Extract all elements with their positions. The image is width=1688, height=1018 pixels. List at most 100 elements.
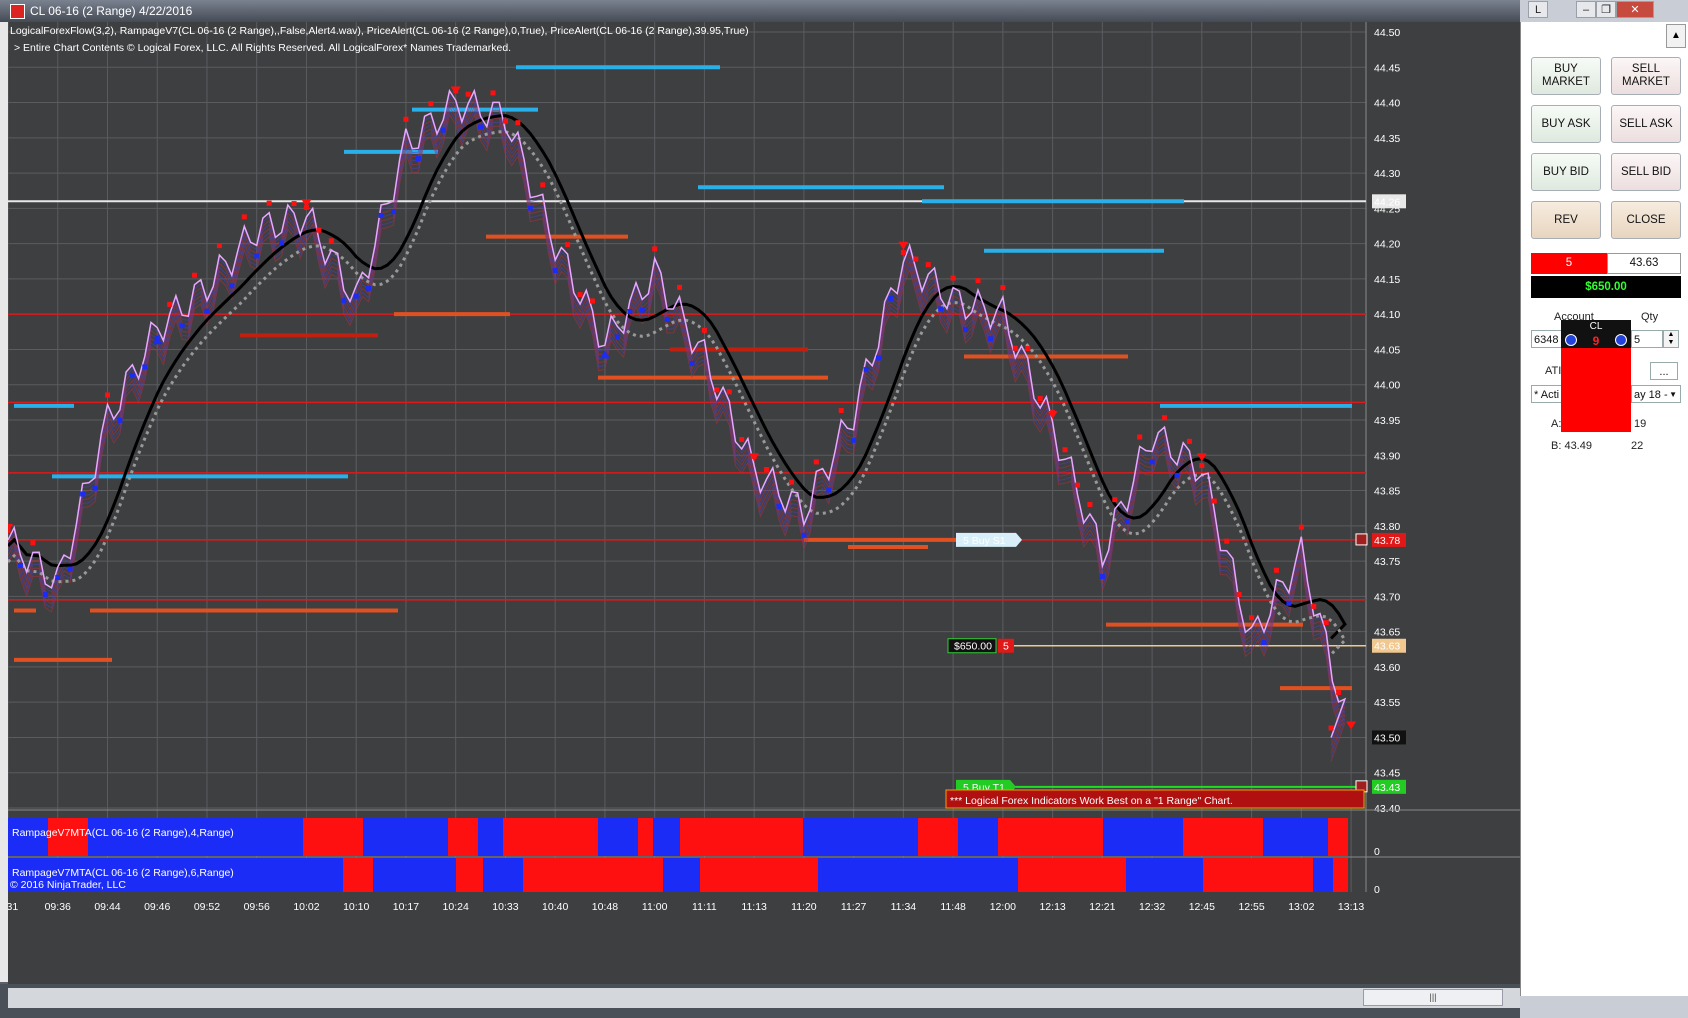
up-signal-dot xyxy=(938,306,944,312)
link-button[interactable]: L xyxy=(1528,1,1548,18)
time-tick-label: 10:17 xyxy=(393,901,419,913)
close-position-button[interactable]: CLOSE xyxy=(1611,201,1681,239)
horizontal-scrollbar[interactable] xyxy=(8,988,1520,1008)
down-signal-dot xyxy=(900,250,906,256)
up-signal-dot xyxy=(17,563,23,569)
buy-bid-button[interactable]: BUY BID xyxy=(1531,153,1601,191)
maximize-button[interactable]: ❐ xyxy=(1596,1,1616,18)
stop-level-marker: 43.78 xyxy=(1374,535,1400,547)
buy-ask-button[interactable]: BUY ASK xyxy=(1531,105,1601,143)
price-chart[interactable]: 44.5044.4544.4044.3544.3044.2544.2044.15… xyxy=(8,22,1520,984)
down-signal-dot xyxy=(925,262,931,268)
reverse-button[interactable]: REV xyxy=(1531,201,1601,239)
up-signal-dot xyxy=(229,283,235,289)
panel2-segment xyxy=(523,858,663,892)
time-tick-label: 11:48 xyxy=(940,901,966,913)
price-tick-label: 44.50 xyxy=(1374,27,1400,39)
panel2-segment xyxy=(700,858,818,892)
atm-more-button[interactable]: ... xyxy=(1650,362,1678,380)
settings-icon[interactable] xyxy=(1615,334,1627,346)
up-signal-dot xyxy=(478,124,484,130)
indicator-legend: LogicalForexFlow(3,2), RampageV7(CL 06-1… xyxy=(10,25,749,37)
minimize-button[interactable]: – xyxy=(1576,1,1596,18)
panel1-segment xyxy=(363,818,448,856)
down-signal-dot xyxy=(838,408,844,414)
app-icon xyxy=(10,4,25,19)
down-signal-dot xyxy=(1211,498,1217,504)
current-price-marker: 43.50 xyxy=(1374,732,1400,744)
up-signal-dot xyxy=(42,592,48,598)
down-signal-dot xyxy=(1311,603,1317,609)
panel2-zero-label: 0 xyxy=(1374,884,1380,896)
up-signal-dot xyxy=(527,205,533,211)
qty-stepper[interactable]: 5 xyxy=(1631,330,1663,348)
panel1-zero-label: 0 xyxy=(1374,846,1380,858)
scrollbar-thumb[interactable]: ||| xyxy=(1363,989,1503,1006)
price-tick-label: 44.40 xyxy=(1374,98,1400,110)
down-signal-dot xyxy=(1112,497,1118,503)
price-tick-label: 43.75 xyxy=(1374,556,1400,568)
up-signal-dot xyxy=(1099,574,1105,580)
down-signal-dot xyxy=(1012,345,1018,351)
atm-strategy-select[interactable]: ay 18 - ▼ xyxy=(1631,385,1681,403)
up-signal-dot xyxy=(142,364,148,370)
window-title: CL 06-16 (2 Range) 4/22/2016 xyxy=(30,4,193,18)
instrument-popup[interactable]: CL 9 xyxy=(1561,320,1631,432)
price-tick-label: 43.85 xyxy=(1374,486,1400,498)
down-signal-dot xyxy=(652,246,658,252)
time-tick-label: 10:40 xyxy=(542,901,568,913)
up-signal-dot xyxy=(117,417,123,423)
down-signal-dot xyxy=(241,214,247,220)
panel2-segment xyxy=(373,858,456,892)
position-avg-price: 43.63 xyxy=(1607,253,1681,274)
panel1-segment xyxy=(1263,818,1328,856)
atm-strategy-text: ay 18 - xyxy=(1634,389,1668,401)
close-window-button[interactable]: ✕ xyxy=(1616,1,1654,18)
time-tick-label: 11:13 xyxy=(741,901,767,913)
panel2-segment xyxy=(1018,858,1126,892)
time-tick-label: 11:20 xyxy=(791,901,817,913)
down-signal-dot xyxy=(726,389,732,395)
down-signal-dot xyxy=(1273,567,1279,573)
up-signal-dot xyxy=(353,293,359,299)
panel2-segment xyxy=(663,858,700,892)
up-signal-dot xyxy=(80,491,86,497)
down-signal-dot xyxy=(1137,434,1143,440)
panel1-segment xyxy=(1103,818,1183,856)
white-level-marker: 44.26 xyxy=(1374,196,1400,208)
time-tick-label: 12:21 xyxy=(1089,901,1115,913)
down-signal-dot xyxy=(428,101,434,107)
time-tick-label: 11:00 xyxy=(642,901,668,913)
time-tick-label: 10:10 xyxy=(343,901,369,913)
qty-spinner-icon[interactable]: ▲ ▼ xyxy=(1663,330,1679,348)
panel2-segment xyxy=(1203,858,1313,892)
up-signal-dot xyxy=(801,532,807,538)
window-titlebar: CL 06-16 (2 Range) 4/22/2016 xyxy=(0,0,1520,22)
down-signal-dot xyxy=(1328,725,1334,731)
time-tick-label: 9:31 xyxy=(8,901,18,913)
up-signal-dot xyxy=(1124,518,1130,524)
price-tick-label: 44.20 xyxy=(1374,239,1400,251)
sell-market-button[interactable]: SELL MARKET xyxy=(1611,57,1681,95)
down-signal-dot xyxy=(589,298,595,304)
buy-market-button[interactable]: BUY MARKET xyxy=(1531,57,1601,95)
up-signal-dot xyxy=(341,298,347,304)
panel2-segment xyxy=(1126,858,1203,892)
down-signal-dot xyxy=(813,459,819,465)
up-signal-dot xyxy=(378,212,384,218)
price-tick-label: 44.00 xyxy=(1374,380,1400,392)
down-signal-dot xyxy=(1074,482,1080,488)
down-signal-dot xyxy=(1298,524,1304,530)
globe-icon[interactable] xyxy=(1565,334,1577,346)
collapse-arrow-icon[interactable]: ▲ xyxy=(1666,24,1686,48)
down-signal-dot xyxy=(1199,463,1205,469)
price-tick-label: 44.10 xyxy=(1374,309,1400,321)
notice-banner: *** Logical Forex Indicators Work Best o… xyxy=(950,795,1233,807)
sell-bid-button[interactable]: SELL BID xyxy=(1611,153,1681,191)
down-signal-dot xyxy=(565,242,571,248)
sell-ask-button[interactable]: SELL ASK xyxy=(1611,105,1681,143)
up-signal-dot xyxy=(1174,472,1180,478)
chart-area[interactable]: 44.50 44.45 44.40 44.35 44.30 44.25 44.20 44.15… xyxy=(8,22,1520,984)
down-signal-dot xyxy=(764,466,770,472)
position-level-marker: 43.63 xyxy=(1374,641,1400,653)
